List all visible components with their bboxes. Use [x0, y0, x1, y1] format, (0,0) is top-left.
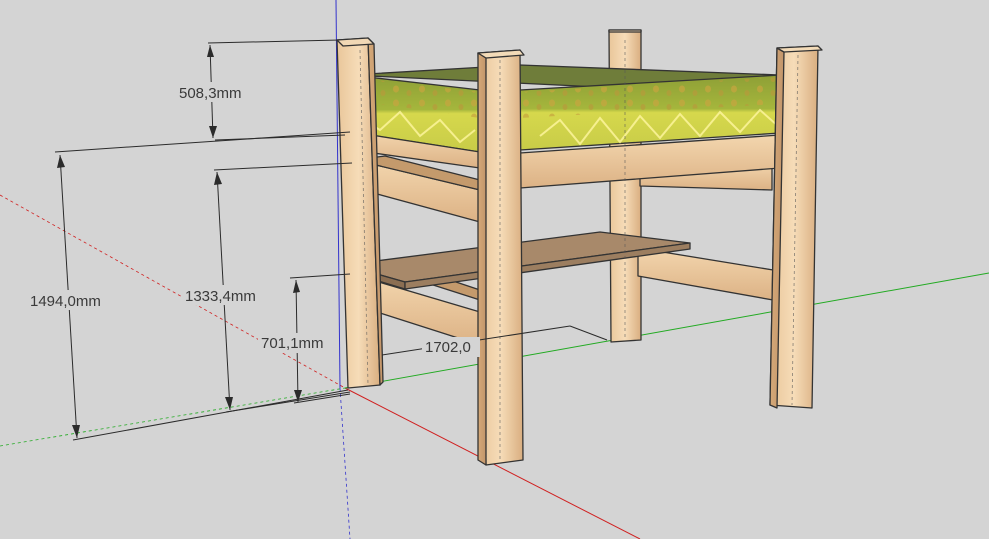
blue-axis-dashed	[339, 387, 351, 539]
3d-viewport[interactable]: 508,3mm 1494,0mm 1333,4mm 701,1mm 1702,0	[0, 0, 989, 539]
dim-label-shelf-height: 701,1mm	[261, 335, 324, 352]
front-middle-post[interactable]	[477, 49, 525, 466]
dim-label-mattress-height: 508,3mm	[179, 85, 242, 102]
dim-label-total-height: 1494,0mm	[30, 293, 101, 310]
green-axis	[0, 387, 346, 447]
front-right-post[interactable]	[769, 45, 823, 409]
side-rail-lower-right	[637, 247, 774, 301]
dim-label-frame-height: 1333,4mm	[185, 288, 256, 305]
dim-label-length: 1702,0	[425, 339, 471, 356]
